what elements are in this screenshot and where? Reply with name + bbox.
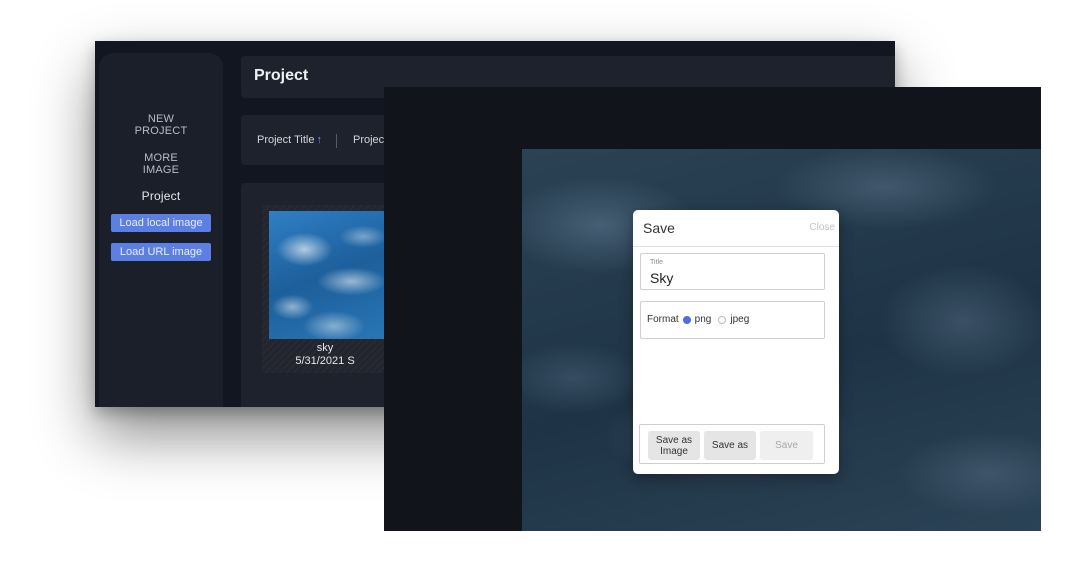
save-dialog: Save Close Title Format png jpeg Save as… [633, 210, 839, 474]
save-as-button[interactable]: Save as [704, 431, 756, 460]
dialog-title: Save [643, 220, 675, 236]
sort-up-arrow-icon: ↑ [316, 134, 322, 146]
sort-divider [336, 134, 337, 148]
save-as-image-button[interactable]: Save as Image [648, 431, 700, 460]
page-title: Project [254, 67, 309, 84]
load-url-image-button[interactable]: Load URL image [111, 243, 211, 261]
load-local-image-button[interactable]: Load local image [111, 214, 211, 232]
png-radio-label[interactable]: png [695, 314, 712, 325]
sidebar: NEW PROJECT MORE IMAGE Project Load loca… [99, 53, 223, 407]
sort-by-project[interactable]: Project [353, 134, 387, 146]
title-input[interactable] [650, 269, 810, 287]
close-button[interactable]: Close [809, 222, 835, 233]
project-link[interactable]: Project [99, 190, 223, 202]
title-field-label: Title [650, 259, 663, 266]
more-image-link[interactable]: MORE IMAGE [99, 152, 223, 176]
project-card-name: sky [316, 342, 334, 354]
sort-by-title[interactable]: Project Title ↑ [257, 134, 322, 146]
format-label: Format [647, 314, 679, 325]
dialog-actions: Save as Image Save as Save [639, 424, 825, 464]
jpeg-radio-label[interactable]: jpeg [730, 314, 749, 325]
jpeg-radio[interactable] [718, 315, 727, 324]
dialog-header: Save Close [633, 210, 839, 247]
project-card-date: 5/31/2021 S [295, 355, 355, 367]
save-button[interactable]: Save [760, 431, 813, 460]
sort-title-label: Project Title [257, 134, 315, 146]
project-thumbnail[interactable] [269, 211, 387, 339]
png-radio[interactable] [682, 315, 691, 324]
title-field[interactable]: Title [640, 253, 825, 290]
format-field: Format png jpeg [640, 301, 825, 339]
new-project-link[interactable]: NEW PROJECT [99, 113, 223, 137]
project-card[interactable]: sky 5/31/2021 S [262, 205, 388, 373]
